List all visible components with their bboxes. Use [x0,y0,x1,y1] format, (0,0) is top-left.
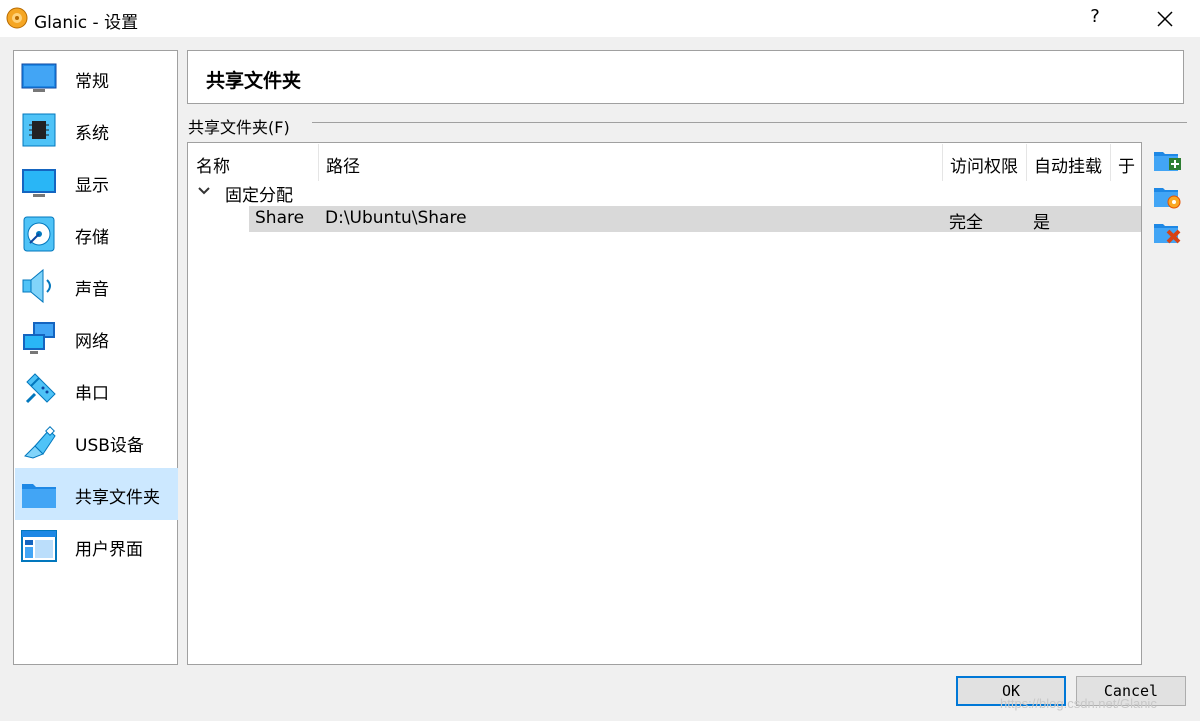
cell-path: D:\Ubuntu\Share [325,208,467,228]
sidebar-item-label: 共享文件夹 [75,488,160,508]
remove-share-icon[interactable] [1152,217,1182,247]
column-header-access[interactable]: 访问权限 [943,144,1027,181]
sidebar-item-serial-port[interactable]: 串口 [15,364,178,416]
sidebar-item-display[interactable]: 显示 [15,156,178,208]
sidebar-item-label: 常规 [75,72,109,92]
display-icon [22,169,56,197]
sidebar-item-network[interactable]: 网络 [15,312,178,364]
help-button[interactable]: ? [1084,6,1106,32]
tree-group-row[interactable]: 固定分配 [188,179,1141,206]
column-header-path[interactable]: 路径 [319,144,943,181]
speaker-icon [22,268,51,304]
sidebar-item-label: 用户界面 [75,540,143,560]
title-bar: Glanic - 设置 ? [0,0,1200,38]
sidebar-item-label: 存储 [75,228,109,248]
settings-sidebar: 常规 系统 显示 存储 声音 网络 串口 USB设备 共享文件夹 用户界面 [13,50,178,665]
sidebar-item-shared-folders[interactable]: 共享文件夹 [15,468,178,520]
column-header-name[interactable]: 名称 [189,144,319,181]
column-header-automount[interactable]: 自动挂载 [1027,144,1111,181]
folder-icon [22,484,56,508]
sidebar-item-label: 声音 [75,280,109,300]
cell-access: 完全 [949,213,983,233]
sidebar-item-label: 显示 [75,176,109,196]
sidebar-item-general[interactable]: 常规 [15,52,178,104]
window-title: Glanic - 设置 [34,13,139,33]
serial-port-icon [25,373,56,404]
monitor-icon [21,63,57,92]
chip-icon [22,113,56,147]
tree-group-label: 固定分配 [225,186,293,206]
sidebar-item-label: USB设备 [75,436,144,456]
cell-automount: 是 [1033,213,1050,233]
column-header-at[interactable]: 于 [1111,144,1141,181]
page-header: 共享文件夹 [187,50,1184,104]
usb-icon [24,426,56,459]
sidebar-item-system[interactable]: 系统 [15,104,178,156]
sidebar-item-audio[interactable]: 声音 [15,260,178,312]
sidebar-item-label: 系统 [75,124,109,144]
sidebar-item-label: 串口 [75,384,109,404]
sidebar-item-label: 网络 [75,332,109,352]
shared-folders-tree[interactable]: 名称 路径 访问权限 自动挂载 于 固定分配 Share D:\Ubuntu\S… [187,142,1142,665]
disk-icon [23,216,55,252]
virtualbox-icon [6,7,28,29]
page-title: 共享文件夹 [206,70,302,92]
window-icon [21,530,57,562]
group-divider [312,122,1187,123]
sidebar-item-storage[interactable]: 存储 [15,208,178,260]
edit-share-icon[interactable] [1152,181,1182,211]
sidebar-item-user-interface[interactable]: 用户界面 [15,520,178,572]
sidebar-item-usb[interactable]: USB设备 [15,416,178,468]
table-row[interactable]: Share D:\Ubuntu\Share 完全 是 [249,206,1141,233]
watermark: https://blog.csdn.net/Glanic [1000,696,1157,711]
close-icon[interactable] [1152,6,1178,32]
shared-folders-group-label: 共享文件夹(F) [188,114,296,138]
cell-name: Share [255,208,305,228]
chevron-down-icon[interactable] [196,183,212,199]
add-share-icon[interactable] [1152,145,1182,175]
network-icon [23,322,55,354]
